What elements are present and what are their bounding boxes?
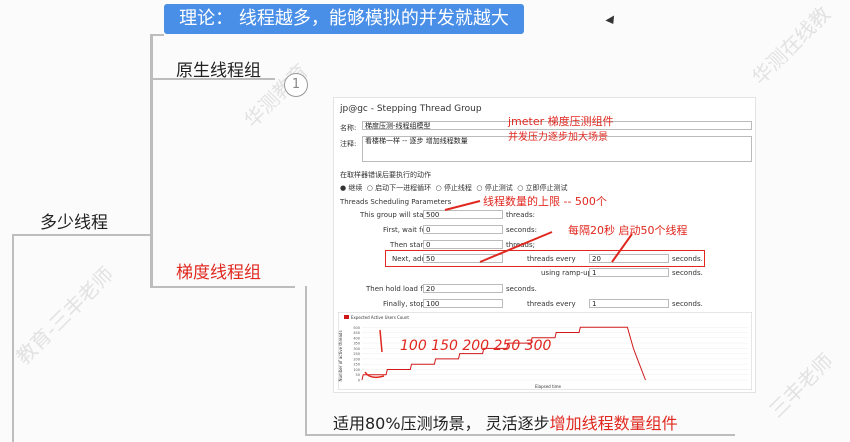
annotation-arrows xyxy=(364,200,633,379)
arrow-every xyxy=(611,233,633,263)
arrow-upper-limit xyxy=(444,200,481,211)
arrow-chart-start xyxy=(379,329,383,353)
arrow-next-add xyxy=(479,231,553,263)
handwritten-mark xyxy=(364,371,385,379)
